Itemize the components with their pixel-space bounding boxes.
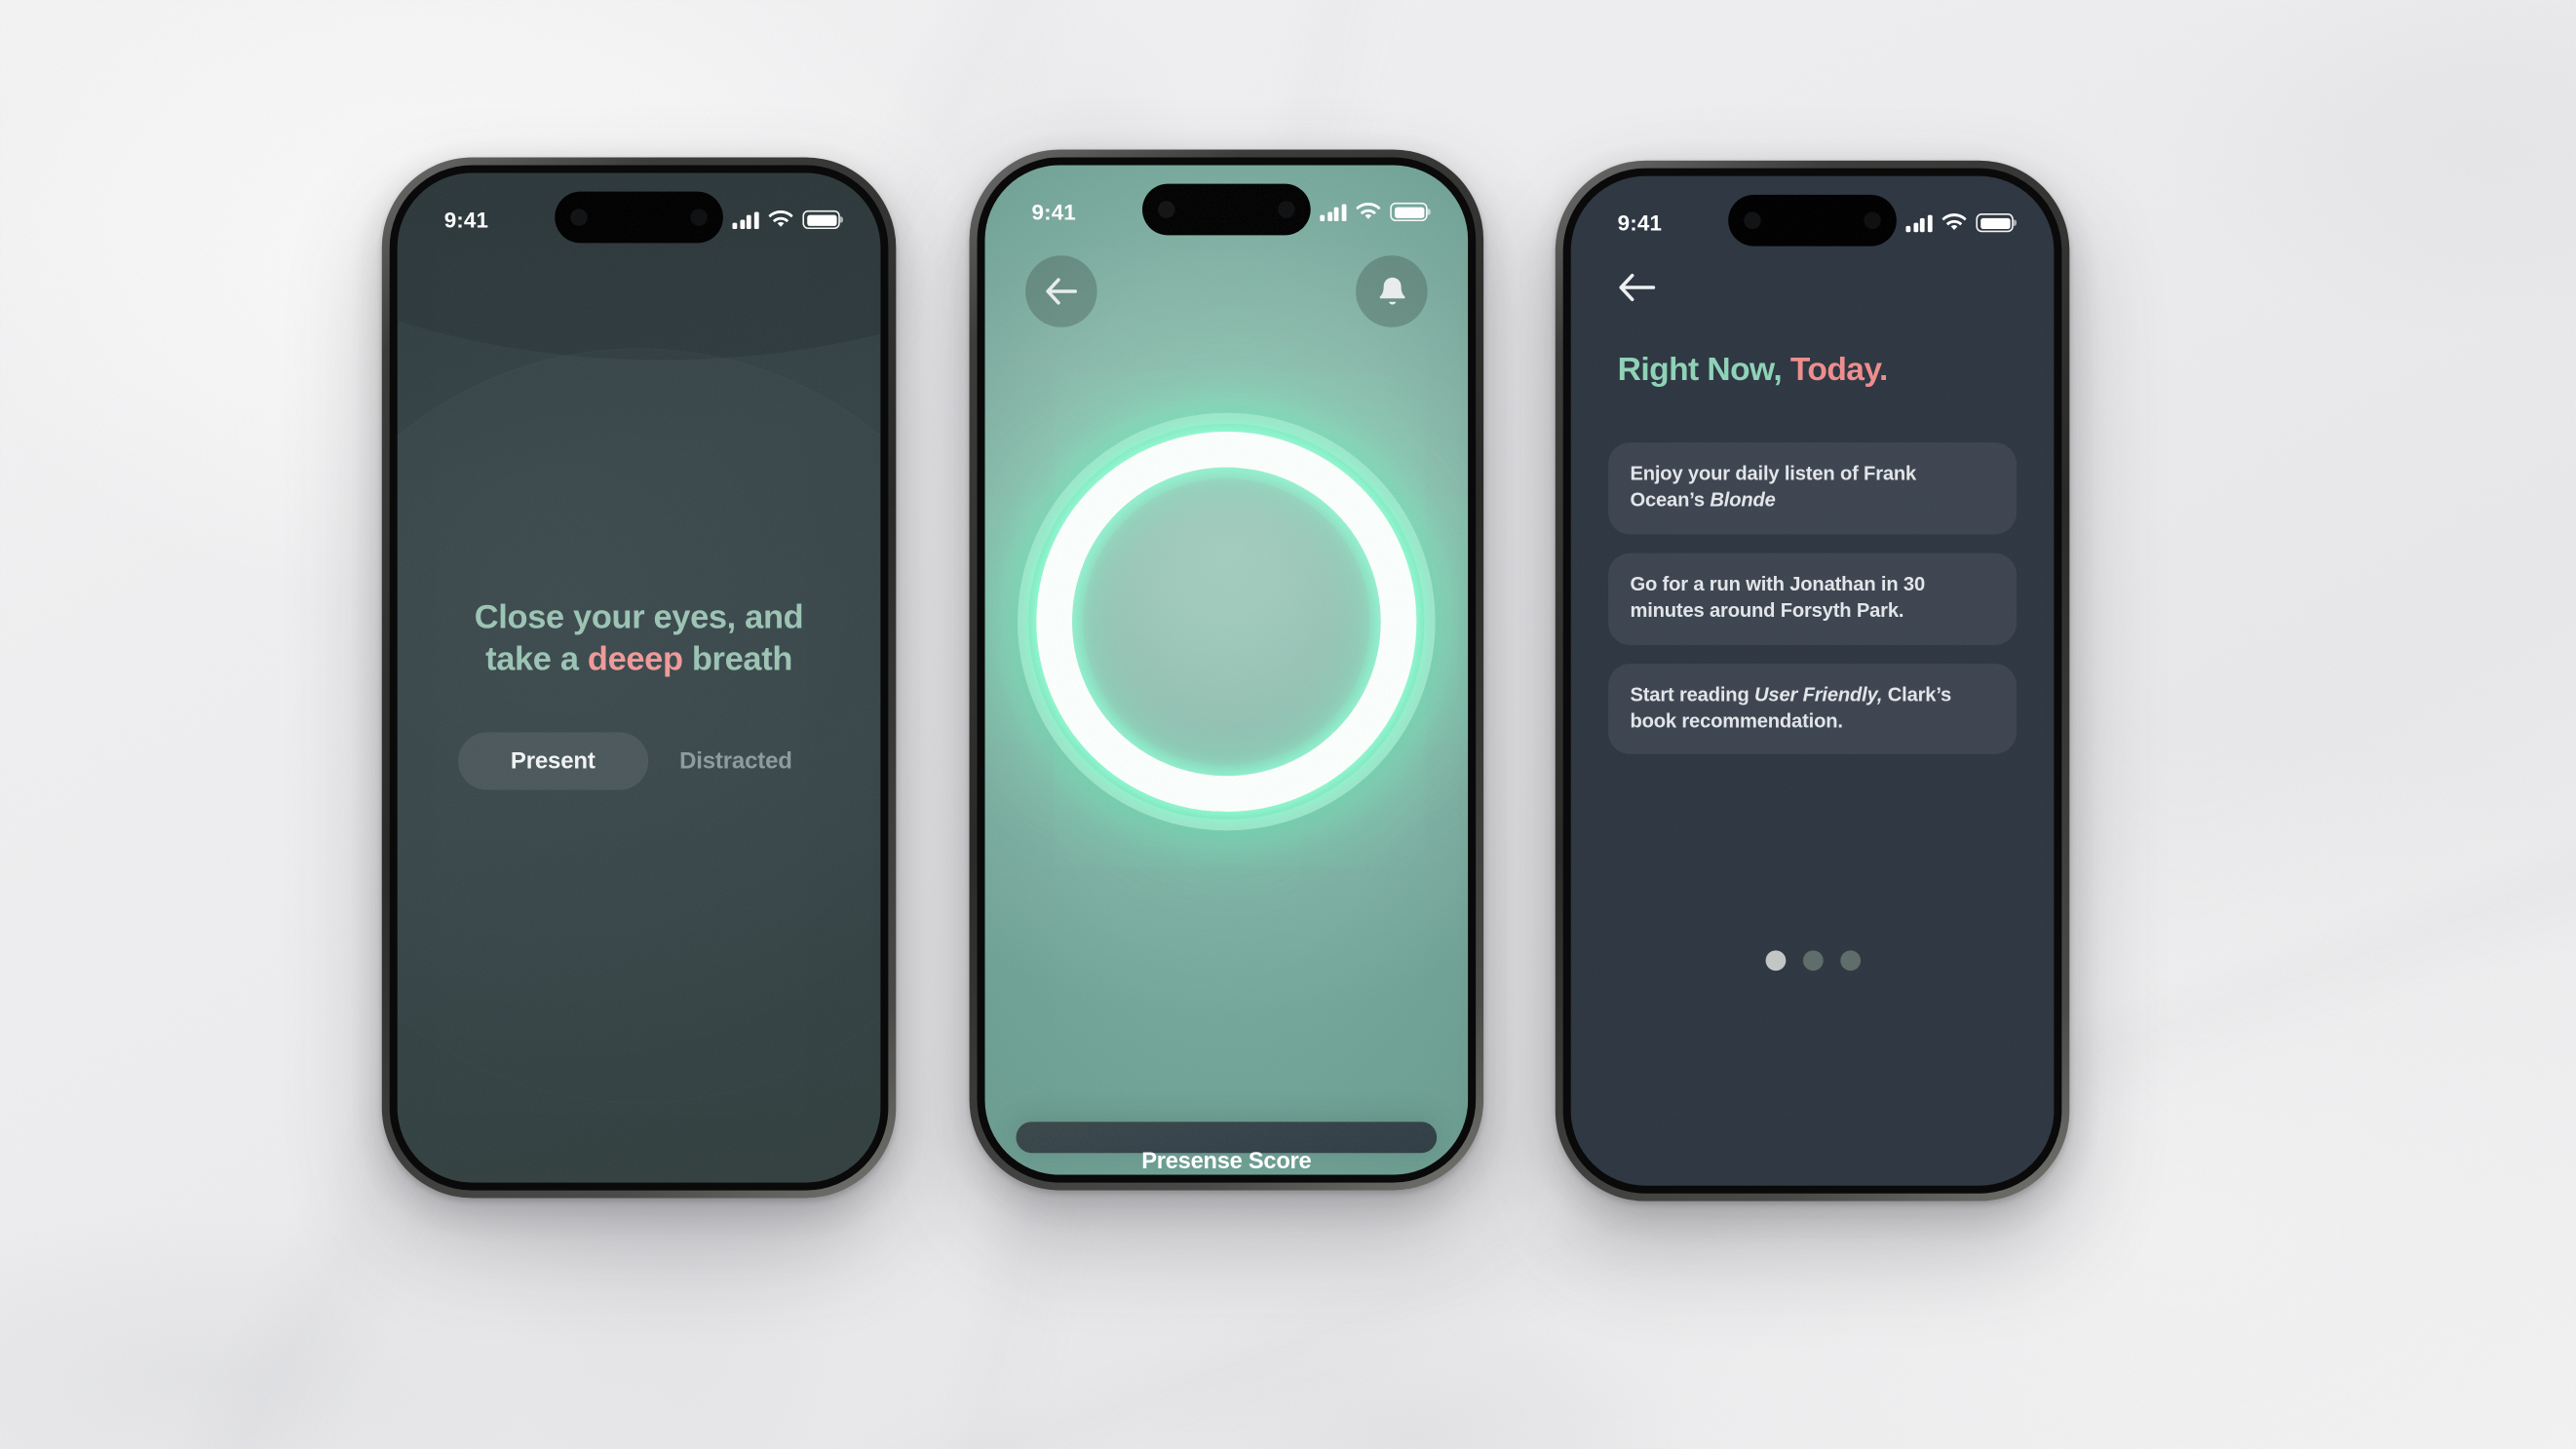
face-id-sensor-icon xyxy=(690,209,708,226)
page-dot[interactable] xyxy=(1764,950,1786,972)
screen-app-limits: 9:41 Close your eyes, and take a deeep b… xyxy=(397,172,881,1183)
presence-toggle[interactable]: Present Distracted xyxy=(457,731,821,789)
status-bar-time: 9:41 xyxy=(1031,199,1076,225)
phone-bezel: 9:41 xyxy=(977,157,1477,1183)
habit-card[interactable]: Go for a run with Jonathan in 30 minutes… xyxy=(1608,553,2017,645)
wifi-icon xyxy=(768,210,793,227)
status-bar-indicators xyxy=(732,210,844,230)
presence-score-card-title: Presense Score xyxy=(1141,1149,1312,1175)
page-title-accent: Today. xyxy=(1789,352,1888,389)
habit-text-pre: Start reading xyxy=(1630,683,1755,705)
status-bar-time: 9:41 xyxy=(1617,210,1663,236)
habit-list: Enjoy your daily listen of Frank Ocean’s… xyxy=(1608,442,2017,755)
toggle-option-present[interactable]: Present xyxy=(457,731,649,789)
screen-presence-score: 9:41 Presense Score xyxy=(984,165,1469,1175)
breath-headline: Close your eyes, and take a deeep breath xyxy=(475,596,804,681)
habit-card[interactable]: Enjoy your daily listen of Frank Ocean’s… xyxy=(1608,442,2017,535)
presence-score-card: Presense Score Overall Mood xyxy=(1016,1122,1438,1175)
arrow-left-icon xyxy=(1046,278,1078,305)
status-bar-time: 9:41 xyxy=(443,207,489,233)
status-bar-indicators xyxy=(1320,202,1432,222)
page-title-pre: Right Now, xyxy=(1617,352,1790,389)
status-bar-indicators xyxy=(1905,213,2018,233)
phone-mockup-app-limits: 9:41 Close your eyes, and take a deeep b… xyxy=(381,157,897,1199)
page-dot[interactable] xyxy=(1802,950,1823,972)
dynamic-island xyxy=(1142,183,1311,236)
dynamic-island xyxy=(555,191,723,244)
front-camera-icon xyxy=(1744,211,1761,230)
signal-bars-icon xyxy=(732,210,759,229)
page-dot[interactable] xyxy=(1839,950,1861,972)
back-button[interactable] xyxy=(1618,273,1657,310)
battery-icon xyxy=(802,210,844,230)
app-limits-content: Close your eyes, and take a deeep breath… xyxy=(398,596,881,789)
back-button[interactable] xyxy=(1025,255,1097,327)
phone-mockup-intentional-habits: 9:41 Right Now, Today. Enjoy your daily … xyxy=(1555,160,2070,1201)
toggle-option-distracted[interactable]: Distracted xyxy=(651,732,820,789)
habit-text-emphasis: User Friendly, xyxy=(1754,683,1883,705)
wifi-icon xyxy=(1942,213,1967,230)
bell-icon xyxy=(1378,277,1404,304)
signal-bars-icon xyxy=(1905,213,1933,232)
habit-text-emphasis: Blonde xyxy=(1710,489,1776,513)
dynamic-island xyxy=(1728,194,1897,247)
page-indicator[interactable] xyxy=(1571,950,2055,972)
battery-icon xyxy=(1976,213,2018,233)
breath-headline-line-1: Close your eyes, and xyxy=(474,597,804,636)
habit-text-pre: Go for a run with Jonathan in 30 minutes… xyxy=(1630,572,1926,623)
front-camera-icon xyxy=(570,209,588,226)
habit-card[interactable]: Start reading User Friendly, Clark’s boo… xyxy=(1608,663,2017,755)
breath-headline-line-2-pre: take a xyxy=(485,640,588,679)
phone-mockup-presence-score: 9:41 Presense Score xyxy=(969,149,1484,1191)
notifications-button[interactable] xyxy=(1356,255,1428,327)
page-title: Right Now, Today. xyxy=(1617,352,1889,389)
breath-headline-line-2-post: breath xyxy=(682,640,793,679)
screen-intentional-habits: 9:41 Right Now, Today. Enjoy your daily … xyxy=(1570,175,2055,1186)
phone-bezel: 9:41 xyxy=(389,165,889,1191)
ring-core xyxy=(1083,477,1370,766)
signal-bars-icon xyxy=(1320,203,1347,221)
face-id-sensor-icon xyxy=(1278,201,1295,218)
battery-icon xyxy=(1390,202,1432,222)
phone-bezel: 9:41 xyxy=(1562,168,2062,1194)
wifi-icon xyxy=(1356,202,1381,219)
face-id-sensor-icon xyxy=(1864,211,1881,230)
breath-headline-line-2: take a deeep breath xyxy=(475,639,804,682)
arrow-left-icon xyxy=(1619,273,1656,302)
presence-score-ring xyxy=(1018,412,1436,831)
breath-headline-accent: deeep xyxy=(587,640,683,679)
front-camera-icon xyxy=(1157,201,1175,218)
